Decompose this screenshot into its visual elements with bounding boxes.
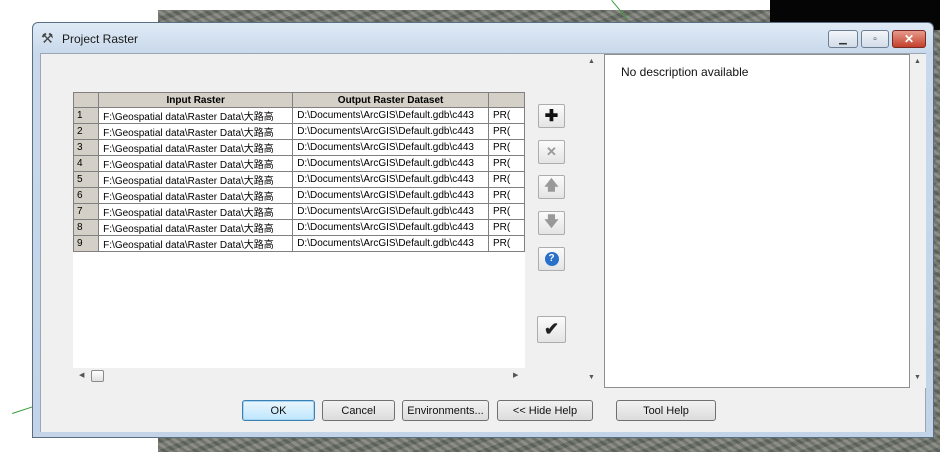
remove-row-button[interactable]: ✕ bbox=[538, 140, 565, 164]
help-vertical-scrollbar[interactable]: ▲ ▼ bbox=[910, 54, 926, 388]
help-pane: No description available bbox=[604, 54, 910, 388]
row-number-header[interactable] bbox=[73, 92, 100, 108]
parameters-vertical-scrollbar[interactable]: ▲ ▼ bbox=[585, 54, 599, 388]
table-row[interactable]: 9 F:\Geospatial data\Raster Data\大路高 D:\… bbox=[73, 235, 525, 252]
row-number[interactable]: 5 bbox=[73, 171, 100, 188]
maximize-icon: ▫ bbox=[873, 33, 877, 45]
extra-cell[interactable]: PR( bbox=[488, 171, 525, 188]
hammer-icon: ⚒ bbox=[41, 30, 54, 46]
table-row[interactable]: 1 F:\Geospatial data\Raster Data\大路高 D:\… bbox=[73, 107, 525, 124]
input-raster-cell[interactable]: F:\Geospatial data\Raster Data\大路高 bbox=[98, 123, 294, 140]
scroll-down-icon[interactable]: ▼ bbox=[588, 374, 595, 381]
output-raster-cell[interactable]: D:\Documents\ArcGIS\Default.gdb\c443 bbox=[292, 155, 489, 172]
column-header-input-raster[interactable]: Input Raster bbox=[98, 92, 294, 108]
check-values-button[interactable]: ? bbox=[538, 247, 565, 271]
row-number[interactable]: 3 bbox=[73, 139, 100, 156]
close-icon: ✕ bbox=[903, 32, 915, 46]
table-row[interactable]: 8 F:\Geospatial data\Raster Data\大路高 D:\… bbox=[73, 219, 525, 236]
batch-grid[interactable]: Input Raster Output Raster Dataset 1 F:\… bbox=[73, 92, 525, 368]
remove-icon: ✕ bbox=[546, 144, 557, 159]
extra-cell[interactable]: PR( bbox=[488, 155, 525, 172]
input-raster-cell[interactable]: F:\Geospatial data\Raster Data\大路高 bbox=[98, 187, 294, 204]
validate-button[interactable]: ✔ bbox=[537, 316, 566, 343]
row-number[interactable]: 4 bbox=[73, 155, 100, 172]
scroll-down-icon[interactable]: ▼ bbox=[914, 374, 921, 381]
help-icon: ? bbox=[544, 252, 559, 266]
row-number[interactable]: 9 bbox=[73, 235, 100, 252]
dialog-client: Input Raster Output Raster Dataset 1 F:\… bbox=[40, 53, 926, 432]
add-row-button[interactable]: ✚ bbox=[538, 104, 565, 128]
extra-cell[interactable]: PR( bbox=[488, 187, 525, 204]
extra-cell[interactable]: PR( bbox=[488, 219, 525, 236]
arrow-up-icon: 🡅 bbox=[544, 177, 559, 193]
move-up-button[interactable]: 🡅 bbox=[538, 175, 565, 199]
ok-button[interactable]: OK bbox=[242, 400, 315, 421]
output-raster-cell[interactable]: D:\Documents\ArcGIS\Default.gdb\c443 bbox=[292, 139, 489, 156]
extra-cell[interactable]: PR( bbox=[488, 139, 525, 156]
scroll-right-icon[interactable]: ▶ bbox=[513, 371, 518, 379]
dialog-button-bar: OK Cancel Environments... << Hide Help T… bbox=[41, 388, 925, 432]
arrow-down-icon: 🡇 bbox=[544, 213, 559, 229]
scroll-up-icon[interactable]: ▲ bbox=[588, 58, 595, 65]
row-number[interactable]: 2 bbox=[73, 123, 100, 140]
row-number[interactable]: 1 bbox=[73, 107, 100, 124]
table-row[interactable]: 3 F:\Geospatial data\Raster Data\大路高 D:\… bbox=[73, 139, 525, 156]
input-raster-cell[interactable]: F:\Geospatial data\Raster Data\大路高 bbox=[98, 155, 294, 172]
title-bar[interactable]: ⚒ Project Raster ▁ ▫ ✕ bbox=[33, 23, 933, 53]
batch-table: Input Raster Output Raster Dataset 1 F:\… bbox=[73, 92, 525, 252]
input-raster-cell[interactable]: F:\Geospatial data\Raster Data\大路高 bbox=[98, 171, 294, 188]
output-raster-cell[interactable]: D:\Documents\ArcGIS\Default.gdb\c443 bbox=[292, 235, 489, 252]
help-description: No description available bbox=[621, 65, 749, 79]
output-raster-cell[interactable]: D:\Documents\ArcGIS\Default.gdb\c443 bbox=[292, 219, 489, 236]
move-down-button[interactable]: 🡇 bbox=[538, 211, 565, 235]
input-raster-cell[interactable]: F:\Geospatial data\Raster Data\大路高 bbox=[98, 235, 294, 252]
extra-cell[interactable]: PR( bbox=[488, 203, 525, 220]
cancel-button[interactable]: Cancel bbox=[322, 400, 395, 421]
minimize-icon: ▁ bbox=[839, 33, 847, 45]
table-header-row: Input Raster Output Raster Dataset bbox=[73, 92, 525, 108]
extra-cell[interactable]: PR( bbox=[488, 235, 525, 252]
extra-cell[interactable]: PR( bbox=[488, 123, 525, 140]
table-row[interactable]: 4 F:\Geospatial data\Raster Data\大路高 D:\… bbox=[73, 155, 525, 172]
row-number[interactable]: 6 bbox=[73, 187, 100, 204]
horizontal-scroll-thumb[interactable] bbox=[91, 370, 104, 382]
plus-icon: ✚ bbox=[544, 108, 559, 125]
input-raster-cell[interactable]: F:\Geospatial data\Raster Data\大路高 bbox=[98, 139, 294, 156]
window-title: Project Raster bbox=[62, 32, 139, 46]
table-row[interactable]: 6 F:\Geospatial data\Raster Data\大路高 D:\… bbox=[73, 187, 525, 204]
tool-help-button[interactable]: Tool Help bbox=[616, 400, 716, 421]
column-header-output-raster[interactable]: Output Raster Dataset bbox=[292, 92, 489, 108]
checkmark-icon: ✔ bbox=[543, 319, 560, 339]
extra-cell[interactable]: PR( bbox=[488, 107, 525, 124]
table-row[interactable]: 5 F:\Geospatial data\Raster Data\大路高 D:\… bbox=[73, 171, 525, 188]
scroll-up-icon[interactable]: ▲ bbox=[914, 58, 921, 65]
output-raster-cell[interactable]: D:\Documents\ArcGIS\Default.gdb\c443 bbox=[292, 203, 489, 220]
scroll-left-icon[interactable]: ◀ bbox=[79, 371, 84, 379]
parameters-pane: Input Raster Output Raster Dataset 1 F:\… bbox=[41, 54, 599, 388]
environments-button[interactable]: Environments... bbox=[402, 400, 489, 421]
output-raster-cell[interactable]: D:\Documents\ArcGIS\Default.gdb\c443 bbox=[292, 187, 489, 204]
row-number[interactable]: 7 bbox=[73, 203, 100, 220]
output-raster-cell[interactable]: D:\Documents\ArcGIS\Default.gdb\c443 bbox=[292, 123, 489, 140]
hide-help-button[interactable]: << Hide Help bbox=[497, 400, 593, 421]
column-header-extra[interactable] bbox=[488, 92, 525, 108]
table-row[interactable]: 2 F:\Geospatial data\Raster Data\大路高 D:\… bbox=[73, 123, 525, 140]
row-number[interactable]: 8 bbox=[73, 219, 100, 236]
output-raster-cell[interactable]: D:\Documents\ArcGIS\Default.gdb\c443 bbox=[292, 171, 489, 188]
close-button[interactable]: ✕ bbox=[892, 30, 926, 48]
input-raster-cell[interactable]: F:\Geospatial data\Raster Data\大路高 bbox=[98, 203, 294, 220]
minimize-button[interactable]: ▁ bbox=[828, 30, 858, 48]
input-raster-cell[interactable]: F:\Geospatial data\Raster Data\大路高 bbox=[98, 107, 294, 124]
project-raster-dialog: ⚒ Project Raster ▁ ▫ ✕ Input Raster Outp… bbox=[32, 22, 934, 438]
table-row[interactable]: 7 F:\Geospatial data\Raster Data\大路高 D:\… bbox=[73, 203, 525, 220]
input-raster-cell[interactable]: F:\Geospatial data\Raster Data\大路高 bbox=[98, 219, 294, 236]
horizontal-scrollbar[interactable]: ◀ ▶ bbox=[73, 368, 525, 384]
maximize-button[interactable]: ▫ bbox=[861, 30, 889, 48]
output-raster-cell[interactable]: D:\Documents\ArcGIS\Default.gdb\c443 bbox=[292, 107, 489, 124]
